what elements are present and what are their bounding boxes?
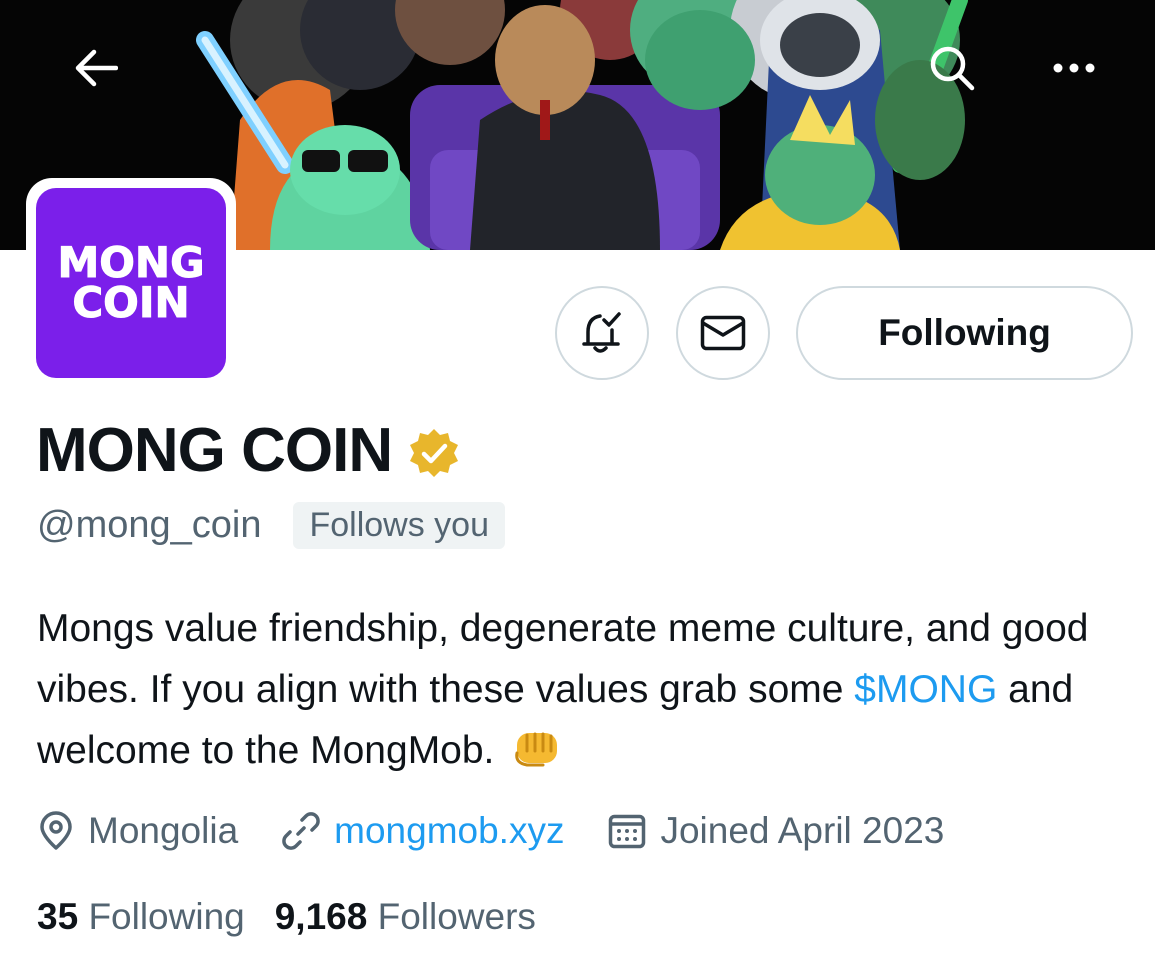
followers-label: Followers	[377, 896, 536, 937]
follows-you-badge: Follows you	[293, 501, 505, 549]
more-horizontal-icon	[1053, 63, 1095, 73]
arrow-left-icon	[75, 49, 118, 87]
back-button[interactable]	[56, 28, 136, 108]
cashtag-link[interactable]: $MONG	[854, 668, 997, 711]
joined-date: Joined April 2023	[660, 810, 945, 851]
avatar-text-line2: COIN	[72, 278, 190, 327]
following-label: Following	[88, 896, 245, 937]
oncoming-fist-emoji-icon	[515, 732, 558, 767]
notifications-button[interactable]	[555, 286, 649, 380]
location-item: Mongolia	[38, 810, 238, 852]
envelope-icon	[700, 315, 746, 351]
user-handle: @mong_coin	[37, 503, 262, 546]
message-button[interactable]	[676, 286, 770, 380]
followers-count: 9,168	[274, 896, 368, 937]
location-text: Mongolia	[88, 810, 239, 851]
avatar[interactable]: MONG COIN	[36, 188, 226, 378]
handle-row: @mong_coin Follows you	[37, 500, 505, 550]
link-icon	[282, 812, 320, 850]
display-name-row: MONG COIN	[36, 410, 460, 490]
following-stat[interactable]: 35 Following	[37, 896, 245, 938]
profile-bio: Mongs value friendship, degenerate meme …	[37, 598, 1117, 781]
bell-check-icon	[582, 312, 621, 353]
more-options-button[interactable]	[1034, 28, 1114, 108]
avatar-text-line1: MONG	[57, 238, 205, 287]
search-button[interactable]	[912, 28, 992, 108]
following-button[interactable]: Following	[796, 286, 1133, 380]
gold-verified-badge-icon[interactable]	[408, 427, 460, 479]
search-icon	[930, 46, 975, 91]
location-pin-icon	[40, 811, 72, 850]
followers-stat[interactable]: 9,168 Followers	[275, 896, 536, 938]
website-item[interactable]: mongmob.xyz	[282, 810, 564, 852]
following-count: 35	[37, 896, 79, 937]
joined-item: Joined April 2023	[608, 810, 944, 852]
profile-meta: Mongolia mongmob.xyz Joined April 2023	[38, 804, 988, 858]
follow-stats: 35 Following 9,168 Followers	[37, 890, 566, 944]
calendar-icon	[609, 814, 646, 849]
display-name: MONG COIN	[36, 415, 393, 485]
website-link[interactable]: mongmob.xyz	[334, 810, 564, 852]
profile-page: MONG COIN Following MONG COIN @mong_coin…	[0, 0, 1155, 966]
avatar-frame: MONG COIN	[26, 178, 236, 388]
